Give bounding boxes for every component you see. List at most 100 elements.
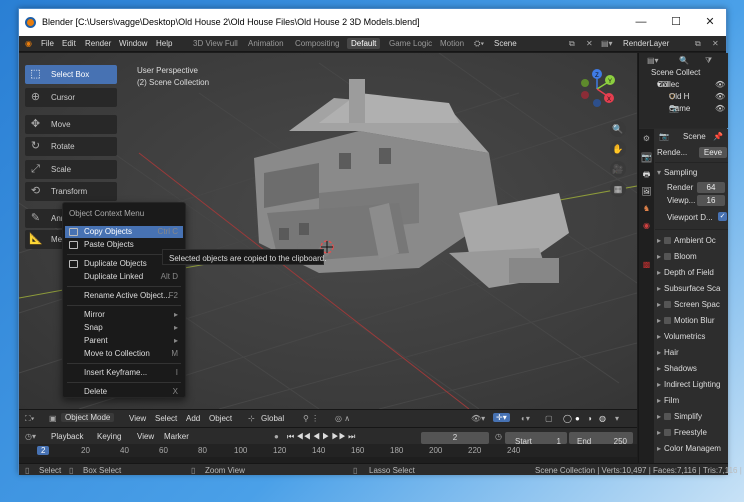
shading-options-icon[interactable]: ▾ bbox=[615, 414, 619, 423]
tool-scale[interactable]: ⤢ Scale bbox=[25, 160, 117, 179]
scene-selector-icon[interactable]: ⛭▾ bbox=[474, 39, 484, 49]
shading-solid-icon[interactable]: ● bbox=[575, 414, 580, 423]
render-layer-name[interactable]: RenderLayer bbox=[623, 39, 669, 48]
scene-properties-icon[interactable]: ♞ bbox=[641, 203, 652, 214]
editor-type-icon[interactable]: ⛶▾ bbox=[25, 414, 35, 424]
minimize-button[interactable]: — bbox=[624, 9, 658, 36]
panel-film[interactable]: ▸ Film bbox=[657, 396, 679, 405]
new-layer-icon[interactable]: ⧉ bbox=[695, 39, 701, 49]
timeline-editor-icon[interactable]: ◷▾ bbox=[25, 432, 36, 441]
tool-transform[interactable]: ⟲ Transform bbox=[25, 182, 117, 201]
menu-window[interactable]: Window bbox=[119, 39, 147, 48]
view-layer-icon[interactable]: 🖼 bbox=[641, 186, 652, 197]
outliner[interactable]: ▤▾ 🔍 ⧩ Scene Collect ▾☑ Collec ▽ Old H 📷… bbox=[639, 53, 728, 128]
tab-default[interactable]: Default bbox=[347, 38, 381, 49]
menu-item-duplicate-linked[interactable]: Duplicate Linked Alt D bbox=[65, 271, 183, 283]
proportional-icon[interactable]: ◎ ∧ bbox=[335, 414, 350, 423]
vp-menu-view[interactable]: View bbox=[129, 414, 146, 423]
menu-file[interactable]: File bbox=[41, 39, 54, 48]
gizmo-toggle-icon[interactable]: ✛▾ bbox=[493, 413, 510, 422]
menu-item-copy-objects[interactable]: Copy Objects Ctrl C bbox=[65, 226, 183, 238]
new-scene-icon[interactable]: ⧉ bbox=[569, 39, 575, 49]
menu-help[interactable]: Help bbox=[156, 39, 172, 48]
object-mode-dropdown[interactable]: Object Mode bbox=[61, 413, 115, 422]
panel-subsurface-scattering[interactable]: ▸ Subsurface Sca bbox=[657, 284, 721, 293]
close-button[interactable]: ✕ bbox=[693, 9, 727, 36]
panel-indirect-lighting[interactable]: ▸ Indirect Lighting bbox=[657, 380, 721, 389]
tab-game-logic[interactable]: Game Logic bbox=[389, 39, 432, 48]
pan-hand-icon[interactable]: ✋ bbox=[610, 141, 626, 157]
navigation-gizmo[interactable]: Z Y X bbox=[577, 67, 617, 107]
perspective-toggle-icon[interactable]: ▦ bbox=[610, 181, 626, 197]
pin-icon[interactable]: 📌 bbox=[713, 132, 723, 141]
start-frame-field[interactable]: Start 1 bbox=[505, 432, 567, 446]
scene-name[interactable]: Scene bbox=[494, 39, 517, 48]
delete-layer-icon[interactable]: ✕ bbox=[712, 39, 719, 48]
tab-3d-view-full[interactable]: 3D View Full bbox=[193, 39, 238, 48]
3d-viewport[interactable]: User Perspective (2) Scene Collection ⬚ S… bbox=[19, 53, 637, 409]
menu-render[interactable]: Render bbox=[85, 39, 111, 48]
menu-item-move-to-collection[interactable]: Move to Collection M bbox=[65, 348, 183, 360]
panel-hair[interactable]: ▸ Hair bbox=[657, 348, 679, 357]
delete-scene-icon[interactable]: ✕ bbox=[586, 39, 593, 48]
outliner-filter-icon[interactable]: ⧩ bbox=[705, 56, 712, 66]
properties-editor-icon[interactable]: 📷 bbox=[659, 132, 669, 141]
outliner-root[interactable]: Scene Collect bbox=[651, 68, 700, 77]
tool-select-box[interactable]: ⬚ Select Box bbox=[25, 65, 117, 84]
visibility-eye-icon[interactable]: 👁 bbox=[715, 104, 725, 113]
blender-menu-icon[interactable]: ◉ bbox=[25, 39, 32, 48]
panel-bloom[interactable]: ▸ Bloom bbox=[657, 252, 697, 261]
pivot-dropdown[interactable]: Global bbox=[261, 414, 284, 423]
record-icon[interactable]: ● bbox=[274, 432, 279, 441]
menu-item-delete[interactable]: Delete X bbox=[65, 386, 183, 398]
menu-edit[interactable]: Edit bbox=[62, 39, 76, 48]
playback-controls-icon[interactable]: ⏮ ◀◀ ◀ ▶ ▶▶ ⏭ bbox=[287, 432, 355, 442]
menu-item-rename-active-object[interactable]: Rename Active Object... F2 bbox=[65, 290, 183, 302]
tab-motion[interactable]: Motion bbox=[440, 39, 464, 48]
maximize-button[interactable]: ☐ bbox=[659, 9, 693, 36]
panel-sampling[interactable]: ▾ Sampling bbox=[657, 168, 697, 177]
shading-rendered-icon[interactable]: ◍ bbox=[599, 414, 606, 423]
world-properties-icon[interactable]: ◉ bbox=[641, 220, 652, 231]
timeline-marker-menu[interactable]: Marker bbox=[164, 432, 189, 441]
tool-settings-icon[interactable]: ⚙ bbox=[641, 133, 652, 144]
menu-item-snap[interactable]: Snap ▸ bbox=[65, 322, 183, 334]
output-properties-icon[interactable]: 🖶 bbox=[641, 169, 652, 180]
tool-cursor[interactable]: ⊕ Cursor bbox=[25, 88, 117, 107]
panel-depth-of-field[interactable]: ▸ Depth of Field bbox=[657, 268, 714, 277]
visibility-eye-icon[interactable]: 👁 bbox=[715, 92, 725, 101]
tool-move[interactable]: ✥ Move bbox=[25, 115, 117, 134]
visibility-eye-icon[interactable]: 👁 bbox=[715, 80, 725, 89]
vp-menu-object[interactable]: Object bbox=[209, 414, 232, 423]
tab-animation[interactable]: Animation bbox=[248, 39, 284, 48]
viewport-denoise-checkbox[interactable]: ✓ bbox=[718, 212, 727, 221]
panel-screen-space-reflections[interactable]: ▸ Screen Spac bbox=[657, 300, 720, 309]
render-properties-icon[interactable]: 📷 bbox=[641, 152, 652, 163]
xray-icon[interactable]: ▢ bbox=[545, 414, 553, 423]
menu-item-mirror[interactable]: Mirror ▸ bbox=[65, 309, 183, 321]
vp-menu-select[interactable]: Select bbox=[155, 414, 177, 423]
menu-item-parent[interactable]: Parent ▸ bbox=[65, 335, 183, 347]
vp-menu-add[interactable]: Add bbox=[186, 414, 200, 423]
zoom-icon[interactable]: 🔍 bbox=[610, 121, 626, 137]
outliner-search-icon[interactable]: 🔍 bbox=[679, 56, 689, 65]
tool-rotate[interactable]: ↻ Rotate bbox=[25, 137, 117, 156]
viewport-samples-field[interactable]: 16 bbox=[697, 195, 725, 206]
render-engine-dropdown[interactable]: Eeve bbox=[699, 147, 727, 158]
timeline-view-menu[interactable]: View bbox=[137, 432, 154, 441]
texture-properties-icon[interactable]: ▩ bbox=[641, 259, 652, 270]
timeline-keying-menu[interactable]: Keying bbox=[97, 432, 121, 441]
visibility-icon[interactable]: 👁▾ bbox=[471, 414, 485, 423]
overlay-icon[interactable]: ◐▾ bbox=[521, 414, 530, 423]
panel-simplify[interactable]: ▸ Simplify bbox=[657, 412, 702, 421]
outliner-editor-icon[interactable]: ▤▾ bbox=[647, 56, 659, 65]
render-samples-field[interactable]: 64 bbox=[697, 182, 725, 193]
timeline-ruler[interactable]: 2 20 40 60 80 100 120 140 160 180 200 22… bbox=[19, 444, 637, 457]
tab-compositing[interactable]: Compositing bbox=[295, 39, 339, 48]
playhead[interactable]: 2 bbox=[37, 446, 50, 455]
panel-shadows[interactable]: ▸ Shadows bbox=[657, 364, 697, 373]
camera-view-icon[interactable]: 🎥 bbox=[610, 161, 626, 177]
snap-icon[interactable]: ⚲ ⋮ bbox=[303, 414, 319, 423]
shading-material-icon[interactable]: ◑ bbox=[587, 414, 592, 423]
end-frame-field[interactable]: End 250 bbox=[569, 432, 633, 446]
